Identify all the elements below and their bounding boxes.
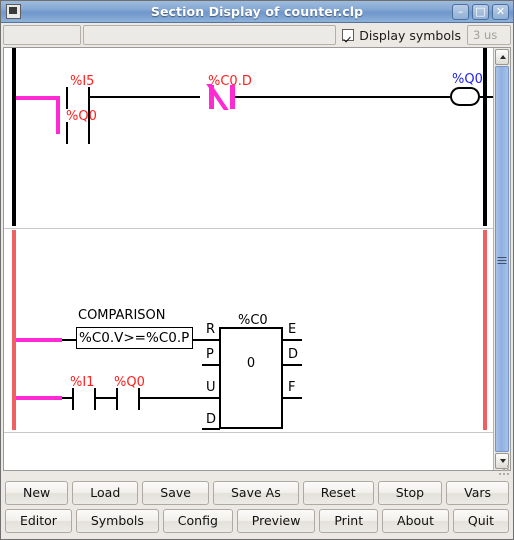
counter-input-P-stub <box>202 364 220 366</box>
contact-i1-left-bar <box>72 388 74 410</box>
rung1-wire-after-i5 <box>90 96 200 98</box>
scroll-up-arrow-icon[interactable] <box>495 49 509 65</box>
contact-q0[interactable] <box>116 388 140 410</box>
counter-input-R-stub <box>202 339 220 341</box>
scrollbar-track[interactable] <box>495 66 509 452</box>
counter-output-E-label: E <box>288 322 297 337</box>
counter-input-P-label: P <box>206 347 214 362</box>
rung-separator <box>4 228 493 229</box>
button-row-1: New Load Save Save As Reset Stop Vars <box>5 481 510 505</box>
display-symbols-checkbox[interactable]: Display symbols <box>338 28 465 43</box>
counter-output-D-label: D <box>288 347 299 362</box>
contact-i1-right-bar <box>94 388 96 410</box>
counter-output-F-stub <box>282 397 302 399</box>
counter-output-D-stub <box>282 364 302 366</box>
rung1-wire-coil-to-rail <box>480 96 493 98</box>
maximize-icon: □ <box>475 4 486 18</box>
button-row-2: Editor Symbols Config Preview Print Abou… <box>5 509 509 533</box>
cycle-time-field: 3 us <box>467 25 511 45</box>
vertical-scrollbar[interactable] <box>493 48 510 470</box>
rung-2[interactable]: COMPARISON %C0.V>=%C0.P %I1 %Q0 %C0 0 R … <box>4 230 493 430</box>
contact-c0d[interactable] <box>206 84 235 110</box>
button-panel: New Load Save Save As Reset Stop Vars Ed… <box>1 465 513 539</box>
display-symbols-label: Display symbols <box>359 27 461 43</box>
maximize-button[interactable]: □ <box>472 3 489 20</box>
config-button[interactable]: Config <box>162 509 233 533</box>
counter-input-D-label: D <box>206 412 217 427</box>
rung1-right-rail <box>483 48 487 226</box>
coil-q0-label: %Q0 <box>452 72 483 87</box>
close-icon: ✕ <box>495 4 506 18</box>
counter-input-R-label: R <box>206 322 216 337</box>
counter-input-U-label: U <box>206 380 216 395</box>
rung2-left-rail <box>12 230 16 430</box>
minimize-button[interactable]: – <box>452 3 469 20</box>
minimize-icon: – <box>457 4 464 18</box>
checkbox-icon[interactable] <box>342 29 355 41</box>
rung2-power-segment-bottom <box>16 396 62 400</box>
rung2-wire-pre-i1 <box>62 397 72 399</box>
reset-button[interactable]: Reset <box>302 481 374 505</box>
vars-button[interactable]: Vars <box>446 481 510 505</box>
print-button[interactable]: Print <box>319 509 379 533</box>
editor-button[interactable]: Editor <box>5 509 72 533</box>
contact-q0-left-bar <box>116 388 118 410</box>
rung-1[interactable]: %I5 %Q0 %C0.D %Q0 <box>4 48 493 226</box>
toolbar: Display symbols 3 us <box>1 23 513 47</box>
preview-button[interactable]: Preview <box>236 509 316 533</box>
counter-output-E-stub <box>282 339 302 341</box>
comparison-expression[interactable]: %C0.V>=%C0.P <box>76 327 193 349</box>
toolbar-field-b[interactable] <box>83 25 337 45</box>
stop-button[interactable]: Stop <box>377 481 443 505</box>
counter-output-F-label: F <box>288 380 296 395</box>
window-controls: – □ ✕ <box>452 3 509 20</box>
rung1-power-segment <box>16 96 60 100</box>
save-as-button[interactable]: Save As <box>213 481 299 505</box>
save-button[interactable]: Save <box>142 481 209 505</box>
rung1-branch-right-link <box>88 96 90 134</box>
window-title: Section Display of counter.clp <box>150 4 364 19</box>
counter-input-U-stub <box>202 397 220 399</box>
coil-q0-left-arc <box>450 87 465 106</box>
coil-q0-right-arc <box>465 87 480 106</box>
contact-i5-left-bar <box>66 87 68 109</box>
rung2-wire-to-comparison <box>62 339 76 341</box>
symbols-button[interactable]: Symbols <box>75 509 159 533</box>
contact-q0-branch-left-bar <box>66 122 68 144</box>
contact-q0-right-bar <box>138 388 140 410</box>
contact-q0-branch[interactable] <box>66 122 90 144</box>
comparison-title: COMPARISON <box>78 308 166 323</box>
rung1-wire-to-coil <box>235 96 450 98</box>
about-button[interactable]: About <box>382 509 449 533</box>
ladder-canvas: %I5 %Q0 %C0.D %Q0 COMPARISON %C0.V>=%C0.… <box>3 47 511 471</box>
close-button[interactable]: ✕ <box>492 3 509 20</box>
resize-grip-icon[interactable] <box>499 465 509 475</box>
scrollbar-thumb[interactable] <box>495 66 509 452</box>
toolbar-field-a[interactable] <box>3 25 81 45</box>
load-button[interactable]: Load <box>72 481 139 505</box>
ladder-diagram[interactable]: %I5 %Q0 %C0.D %Q0 COMPARISON %C0.V>=%C0.… <box>4 48 493 470</box>
rung2-right-rail <box>483 230 487 430</box>
rung1-left-rail <box>12 48 16 226</box>
counter-block-value: 0 <box>246 356 256 371</box>
quit-button[interactable]: Quit <box>452 509 509 533</box>
rung-separator-bottom <box>4 432 493 433</box>
rung1-branch-link <box>56 96 60 134</box>
window-icon[interactable] <box>6 4 21 19</box>
title-bar: Section Display of counter.clp – □ ✕ <box>1 1 513 23</box>
coil-q0[interactable] <box>450 87 480 106</box>
counter-input-D-stub <box>202 428 220 430</box>
new-button[interactable]: New <box>5 481 69 505</box>
scrollbar-grip-icon <box>497 255 507 266</box>
main-window: Section Display of counter.clp – □ ✕ Dis… <box>0 0 514 540</box>
contact-i1[interactable] <box>72 388 96 410</box>
contact-i5[interactable] <box>66 87 90 109</box>
counter-block[interactable]: 0 <box>219 327 283 429</box>
counter-block-name: %C0 <box>238 313 268 328</box>
rung2-wire-i1-to-q0 <box>96 397 116 399</box>
rung2-power-segment-top <box>16 338 62 342</box>
